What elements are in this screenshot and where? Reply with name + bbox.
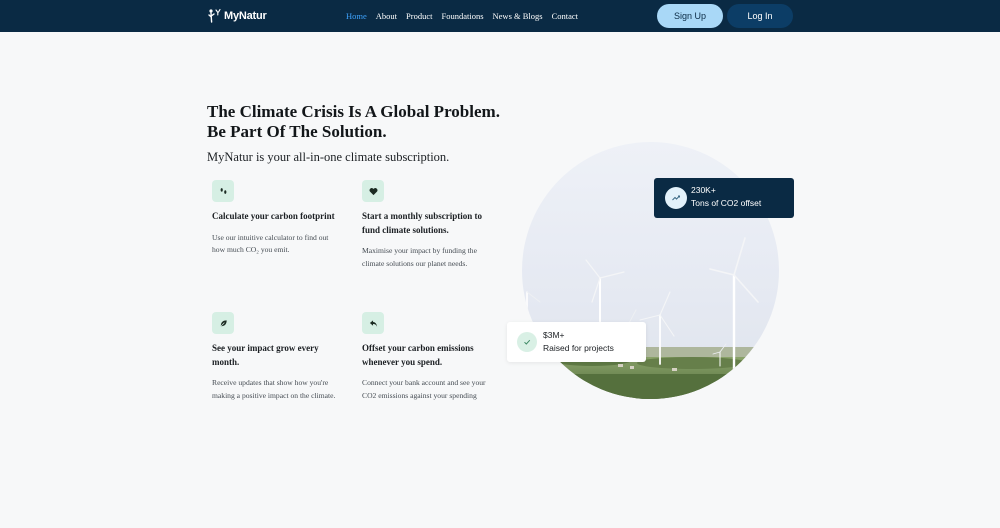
feature-description: Receive updates that show how you're mak…: [212, 378, 336, 400]
nav-foundations[interactable]: Foundations: [441, 11, 483, 21]
feature-title: Calculate your carbon footprint: [212, 211, 335, 221]
nav-home[interactable]: Home: [346, 11, 367, 21]
feature-title: Offset your carbon emissions whenever yo…: [362, 343, 474, 367]
stat-value: $3M+: [543, 330, 565, 340]
trend-up-icon: [665, 187, 687, 209]
brand-name: MyNatur: [224, 10, 267, 22]
signup-button[interactable]: Sign Up: [657, 4, 723, 28]
stat-label: Raised for projects: [543, 343, 614, 353]
leaf-icon: [212, 312, 234, 334]
feature-card-impact: See your impact grow every month. Receiv…: [212, 312, 342, 402]
feature-title: Start a monthly subscription to fund cli…: [362, 211, 483, 235]
stat-card-co2-offset: 230K+ Tons of CO2 offset: [654, 178, 794, 218]
nav-contact[interactable]: Contact: [552, 11, 578, 21]
top-navbar: MyNatur Home About Product Foundations N…: [0, 0, 1000, 32]
feature-title: See your impact grow every month.: [212, 343, 319, 367]
feature-card-calculate: Calculate your carbon footprint Use our …: [212, 180, 342, 257]
feature-description: Connect your bank account and see your C…: [362, 378, 486, 400]
feature-description: Maximise your impact by funding the clim…: [362, 246, 477, 268]
stat-card-raised: $3M+ Raised for projects: [507, 322, 646, 362]
main-menu: Home About Product Foundations News & Bl…: [346, 0, 578, 32]
nav-news-blogs[interactable]: News & Blogs: [493, 11, 543, 21]
hero-title: The Climate Crisis Is A Global Problem. …: [207, 102, 500, 141]
return-arrow-icon: [362, 312, 384, 334]
nav-about[interactable]: About: [376, 11, 397, 21]
logo-icon: [208, 8, 221, 23]
footprints-icon: [212, 180, 234, 202]
feature-card-offset: Offset your carbon emissions whenever yo…: [362, 312, 492, 402]
hero-subtitle: MyNatur is your all-in-one climate subsc…: [207, 150, 450, 164]
stat-label: Tons of CO2 offset: [691, 198, 762, 208]
heart-icon: [362, 180, 384, 202]
login-button[interactable]: Log In: [727, 4, 793, 28]
nav-product[interactable]: Product: [406, 11, 432, 21]
brand-logo[interactable]: MyNatur: [208, 8, 267, 24]
stat-value: 230K+: [691, 185, 716, 195]
feature-description: Use our intuitive calculator to find out…: [212, 232, 329, 255]
check-icon: [517, 332, 537, 352]
feature-card-subscription: Start a monthly subscription to fund cli…: [362, 180, 492, 270]
